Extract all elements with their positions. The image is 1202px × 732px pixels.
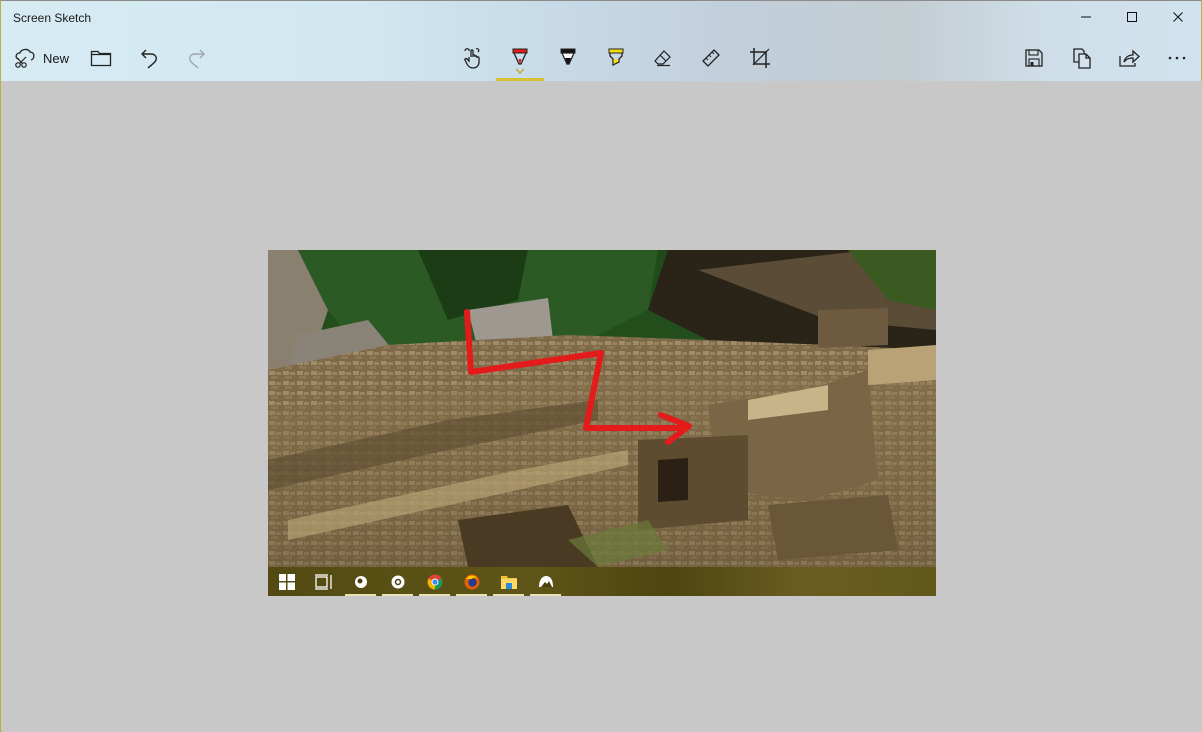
pencil-icon [560, 48, 576, 65]
save-button[interactable] [1018, 39, 1050, 77]
app-icon [342, 567, 379, 596]
photos-icon [527, 567, 564, 596]
eraser-button[interactable] [647, 39, 679, 77]
save-icon [1025, 49, 1043, 67]
pen-settings-chevron-icon[interactable] [515, 68, 525, 74]
touch-writing-icon [464, 48, 480, 69]
app-title: Screen Sketch [13, 11, 92, 25]
crop-button[interactable] [743, 39, 777, 77]
ruler-icon [702, 49, 720, 67]
new-label: New [43, 50, 70, 66]
minimize-icon [1081, 16, 1091, 18]
minimize-button[interactable] [1063, 1, 1109, 33]
new-snip-icon [15, 48, 35, 68]
settings-app-icon [379, 567, 416, 596]
task-view-icon [305, 567, 342, 596]
windows-start-icon [268, 567, 305, 596]
maximize-button[interactable] [1109, 1, 1155, 33]
firefox-icon [453, 567, 490, 596]
captured-taskbar [268, 567, 936, 596]
eraser-icon [654, 50, 671, 67]
ruler-button[interactable] [695, 39, 727, 77]
machu-picchu-photo [268, 250, 936, 567]
undo-button[interactable] [133, 39, 165, 77]
redo-icon [189, 49, 205, 69]
screen-sketch-window: Screen Sketch New [0, 0, 1202, 732]
chrome-icon [416, 567, 453, 596]
folder-icon [90, 50, 112, 67]
redo-button[interactable] [181, 39, 213, 77]
close-button[interactable] [1155, 1, 1201, 33]
copy-icon [1073, 48, 1091, 69]
touch-writing-button[interactable] [456, 39, 490, 77]
captured-screenshot[interactable] [268, 250, 936, 596]
new-button[interactable]: New [7, 39, 73, 77]
crop-icon [750, 48, 770, 68]
more-icon [1168, 56, 1186, 60]
share-icon [1119, 49, 1140, 67]
share-button[interactable] [1113, 39, 1145, 77]
pencil-button[interactable] [552, 39, 584, 77]
undo-icon [141, 49, 157, 69]
close-icon [1173, 12, 1183, 22]
ballpoint-pen-icon [512, 48, 528, 65]
copy-button[interactable] [1066, 39, 1098, 77]
open-file-button[interactable] [85, 39, 117, 77]
highlighter-icon [608, 48, 624, 67]
title-and-toolbar: Screen Sketch New [1, 1, 1201, 81]
more-options-button[interactable] [1161, 39, 1193, 77]
highlighter-button[interactable] [600, 39, 632, 77]
maximize-icon [1127, 12, 1137, 22]
file-explorer-icon [490, 567, 527, 596]
